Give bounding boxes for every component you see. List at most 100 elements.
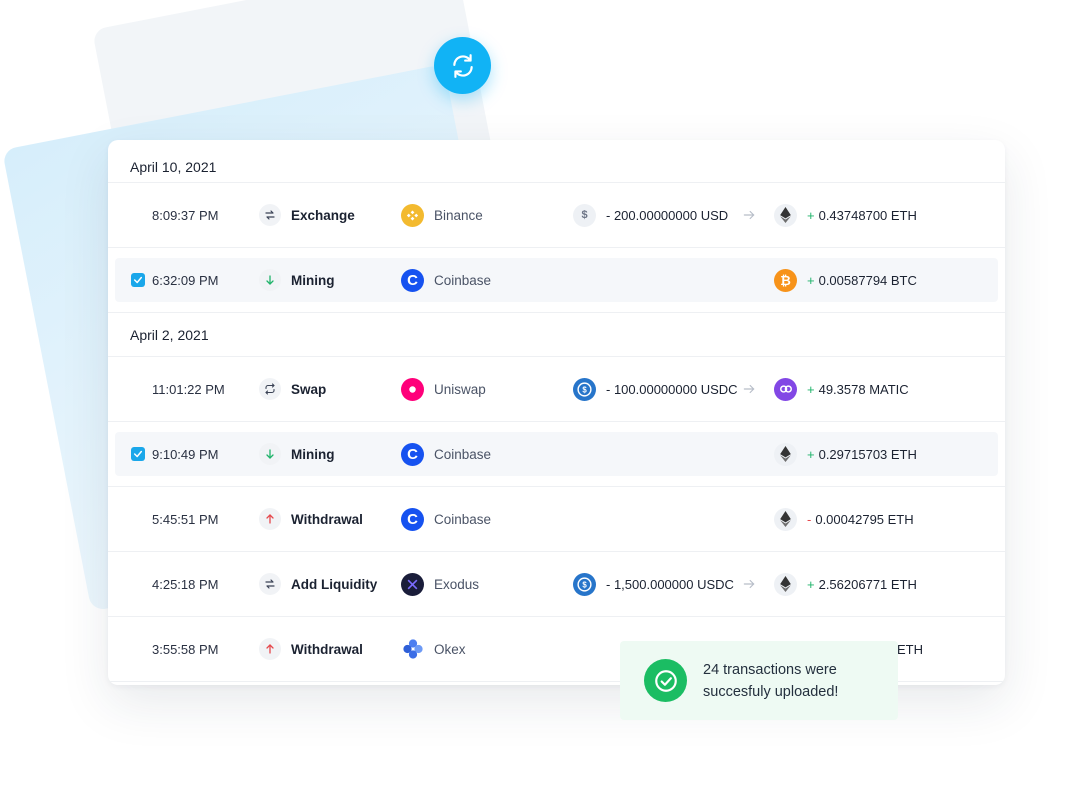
- transaction-type-label: Withdrawal: [291, 511, 363, 527]
- received-amount-value: +0.43748700 ETH: [807, 208, 917, 223]
- transaction-source: Binance: [401, 183, 483, 247]
- check-circle-icon: [644, 659, 687, 702]
- date-header: April 2, 2021: [108, 313, 1005, 357]
- transaction-source: Okex: [401, 617, 466, 681]
- transaction-type: Add Liquidity: [259, 552, 377, 616]
- transaction-row[interactable]: 8:09:37 PM Exchange Binance $ - 200.00000000…: [108, 183, 1005, 248]
- arrow-down-icon: [259, 269, 281, 291]
- amount-sign: +: [807, 207, 815, 223]
- eth-icon: [774, 507, 797, 531]
- received-amount-value: +0.00587794 BTC: [807, 273, 917, 288]
- svg-text:$: $: [582, 385, 587, 394]
- received-amount-value: -0.00042795 ETH: [807, 512, 914, 527]
- amount-text: 0.43748700 ETH: [818, 207, 917, 223]
- transaction-source-label: Coinbase: [434, 511, 492, 527]
- received-amount: +0.29715703 ETH: [774, 422, 917, 486]
- transaction-row[interactable]: 6:32:09 PM Mining C Coinbase ₿ +0.00587794 BT…: [108, 248, 1005, 313]
- amount-text: 0.00587794 BTC: [818, 272, 917, 288]
- amount-sign: +: [807, 381, 815, 397]
- received-amount: +0.43748700 ETH: [774, 183, 917, 247]
- sync-button[interactable]: [434, 37, 491, 94]
- transaction-type: Exchange: [259, 183, 355, 247]
- amount-sign: -: [807, 511, 812, 527]
- toast-message: 24 transactions were succesfuly uploaded…: [703, 661, 839, 700]
- transaction-source-label: Okex: [434, 641, 466, 657]
- usdc-icon: $: [573, 377, 596, 401]
- received-amount-value: +2.56206771 ETH: [807, 577, 917, 592]
- arrow-right-icon: [742, 552, 756, 616]
- sent-amount-value: - 100.00000000 USDC: [606, 381, 738, 397]
- arrow-right-icon: [742, 357, 756, 421]
- date-header: April 10, 2021: [108, 140, 1005, 183]
- transaction-time: 9:10:49 PM: [152, 446, 219, 462]
- transaction-time: 8:09:37 PM: [152, 207, 219, 223]
- eth-icon: [774, 203, 797, 227]
- svg-text:$: $: [582, 580, 587, 589]
- received-amount: +49.3578 MATIC: [774, 357, 909, 421]
- row-checkbox[interactable]: [131, 273, 145, 287]
- upload-success-toast: 24 transactions were succesfuly uploaded…: [620, 641, 898, 720]
- amount-text: 0.00042795 ETH: [815, 511, 914, 527]
- amount-text: 0.29715703 ETH: [818, 446, 917, 462]
- transaction-time: 5:45:51 PM: [152, 511, 219, 527]
- transaction-source-label: Binance: [434, 207, 483, 223]
- arrow-right-icon: [742, 183, 756, 247]
- eth-icon: [774, 442, 797, 466]
- coinbase-icon: C: [401, 268, 424, 292]
- matic-icon: [774, 377, 797, 401]
- arrow-up-icon: [259, 508, 281, 530]
- transaction-row[interactable]: 11:01:22 PM Swap Uniswap $ - 100.00000000 US…: [108, 357, 1005, 422]
- uniswap-icon: [401, 377, 424, 401]
- received-amount-value: +49.3578 MATIC: [807, 382, 909, 397]
- transaction-time: 3:55:58 PM: [152, 641, 219, 657]
- transaction-type-label: Exchange: [291, 207, 355, 223]
- transaction-type-label: Add Liquidity: [291, 576, 378, 592]
- btc-icon: ₿: [774, 268, 797, 292]
- received-amount: -0.00042795 ETH: [774, 487, 914, 551]
- transaction-row[interactable]: 9:10:49 PM Mining C Coinbase +0.29715703 ETH: [108, 422, 1005, 487]
- coinbase-icon: C: [401, 507, 424, 531]
- transaction-time: 11:01:22 PM: [152, 381, 225, 397]
- amount-sign: +: [807, 272, 815, 288]
- usd-icon: $: [573, 203, 596, 227]
- transaction-row[interactable]: 4:25:18 PM Add Liquidity Exodus $ - 1,500.00…: [108, 552, 1005, 617]
- amount-sign: +: [807, 446, 815, 462]
- amount-sign: +: [807, 576, 815, 592]
- row-checkbox[interactable]: [131, 447, 145, 461]
- transaction-type: Withdrawal: [259, 487, 363, 551]
- binance-icon: [401, 203, 424, 227]
- exodus-icon: [401, 572, 424, 596]
- transaction-row[interactable]: 5:45:51 PM Withdrawal C Coinbase -0.00042795…: [108, 487, 1005, 552]
- transaction-time: 6:32:09 PM: [152, 272, 219, 288]
- transaction-source-label: Uniswap: [434, 381, 486, 397]
- arrow-down-icon: [259, 443, 281, 465]
- eth-icon: [774, 572, 797, 596]
- transaction-type: Mining: [259, 422, 335, 486]
- refresh-icon: [452, 53, 473, 78]
- okex-icon: [401, 638, 424, 661]
- transactions-panel: April 10, 2021 8:09:37 PM Exchange Binance $…: [108, 140, 1005, 685]
- arrow-up-icon: [259, 638, 281, 660]
- transaction-source-label: Coinbase: [434, 446, 492, 462]
- transaction-type: Withdrawal: [259, 617, 363, 681]
- sent-amount-value: - 200.00000000 USD: [606, 207, 729, 223]
- transaction-type-label: Swap: [291, 381, 327, 397]
- transaction-source: C Coinbase: [401, 248, 491, 312]
- sent-amount: $ - 1,500.000000 USDC: [573, 552, 734, 616]
- amount-text: ETH: [897, 641, 923, 657]
- transaction-source: Exodus: [401, 552, 479, 616]
- transaction-type-label: Mining: [291, 272, 335, 288]
- exchange-icon: [259, 204, 281, 226]
- transaction-source-label: Exodus: [434, 576, 480, 592]
- transaction-type-label: Mining: [291, 446, 335, 462]
- transaction-type: Swap: [259, 357, 326, 421]
- received-amount: +2.56206771 ETH: [774, 552, 917, 616]
- transaction-source: C Coinbase: [401, 487, 491, 551]
- transaction-time: 4:25:18 PM: [152, 576, 219, 592]
- sent-amount: $ - 200.00000000 USD: [573, 183, 728, 247]
- transaction-type: Mining: [259, 248, 335, 312]
- transaction-source: Uniswap: [401, 357, 486, 421]
- transaction-type-label: Withdrawal: [291, 641, 363, 657]
- received-amount: ETH: [897, 617, 923, 681]
- transaction-source: C Coinbase: [401, 422, 491, 486]
